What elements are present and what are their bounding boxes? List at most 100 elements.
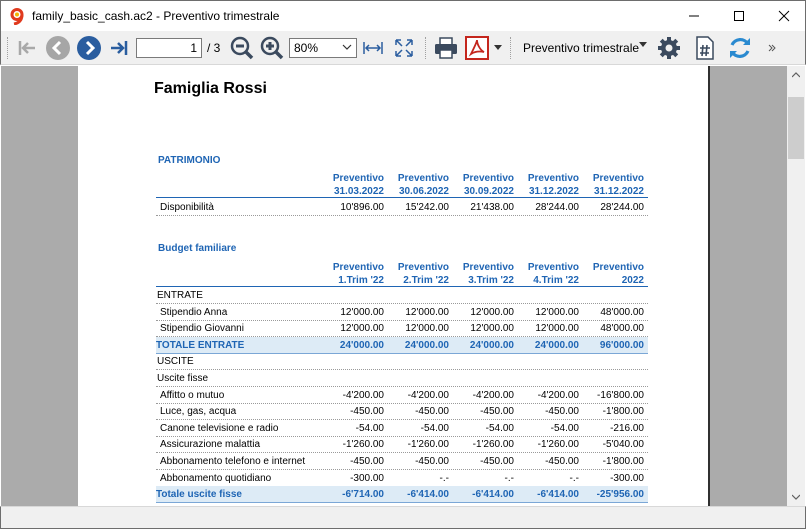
pdf-icon — [465, 36, 489, 60]
table-row: Canone televisione e radio -54.00 -54.00 -5… — [156, 420, 648, 437]
scrollbar-thumb[interactable] — [788, 97, 804, 159]
first-page-button[interactable] — [14, 35, 40, 61]
column-header-line1: Preventivo — [332, 262, 384, 273]
report-name: Preventivo trimestrale — [523, 41, 640, 55]
row-value: -450.00 — [545, 456, 579, 467]
fit-width-icon — [363, 42, 383, 54]
row-value: 48'000.00 — [600, 323, 644, 335]
print-button[interactable] — [432, 35, 460, 61]
zoom-in-button[interactable] — [259, 35, 285, 61]
previous-page-button[interactable] — [44, 35, 72, 61]
row-value: -1'260.00 — [472, 439, 514, 451]
minimize-button[interactable] — [671, 1, 716, 31]
row-value: -.- — [504, 472, 514, 484]
row-value: -6'414.00 — [407, 489, 449, 501]
toolbar-overflow-button[interactable] — [765, 35, 779, 61]
vertical-scrollbar[interactable] — [787, 66, 805, 506]
refresh-button[interactable] — [726, 35, 754, 61]
toolbar-grip[interactable] — [425, 37, 427, 59]
zoom-select[interactable]: 80% — [289, 38, 357, 58]
last-page-button[interactable] — [106, 35, 132, 61]
arrow-right-circle-icon — [77, 36, 101, 60]
next-page-button[interactable] — [75, 35, 103, 61]
column-header: Preventivo 2.Trim '22 — [379, 261, 449, 287]
column-header: Preventivo 1.Trim '22 — [314, 261, 384, 287]
row-value: 12'000.00 — [470, 323, 514, 335]
budget-heading: Budget familiare — [158, 243, 237, 254]
total-row: TOTALE ENTRATE 24'000.00 24'000.00 24'000.0… — [156, 336, 648, 354]
row-value: -450.00 — [480, 406, 514, 418]
page-number-input[interactable]: 1 — [136, 38, 202, 58]
group-row: ENTRATE — [156, 287, 648, 304]
title-bar: family_basic_cash.ac2 - Preventivo trime… — [0, 0, 806, 31]
row-value: 96'000.00 — [599, 339, 644, 351]
toolbar: 1 / 3 80% Preventivo trimestrale — [0, 31, 806, 65]
row-value: -6'414.00 — [537, 489, 579, 501]
row-value: 15'242.00 — [405, 202, 449, 213]
preview-viewport[interactable]: Famiglia Rossi PATRIMONIO Preventivo 31.0… — [1, 66, 787, 506]
row-value: -1'800.00 — [602, 456, 644, 467]
zoom-value: 80% — [294, 41, 319, 55]
row-value: -450.00 — [545, 406, 579, 418]
row-value: -450.00 — [350, 406, 384, 418]
pdf-options-dropdown[interactable] — [492, 35, 504, 61]
table-row: Assicurazione malattia -1'260.00 -1'260.00… — [156, 436, 648, 454]
zoom-out-button[interactable] — [229, 35, 255, 61]
zoom-in-icon — [260, 36, 284, 60]
page-numbering-button[interactable] — [693, 35, 717, 61]
row-value: -.- — [569, 472, 579, 484]
row-value: -1'800.00 — [602, 406, 644, 418]
table-row: Stipendio Anna 12'000.00 12'000.00 12'000.0… — [156, 304, 648, 321]
row-label: Disponibilità — [160, 202, 214, 213]
row-value: -216.00 — [610, 422, 644, 434]
column-header: Preventivo 2022 — [574, 261, 644, 287]
row-label: Stipendio Giovanni — [160, 323, 244, 335]
row-value: 12'000.00 — [340, 323, 384, 335]
scroll-up-icon[interactable] — [792, 72, 800, 78]
row-value: -450.00 — [350, 456, 384, 467]
row-value: 28'244.00 — [600, 202, 644, 213]
row-value: 12'000.00 — [470, 306, 514, 318]
row-label: Luce, gas, acqua — [160, 406, 237, 418]
row-value: 24'000.00 — [469, 339, 514, 351]
column-header: Preventivo 31.12.2022 — [574, 172, 644, 198]
fit-width-button[interactable] — [361, 35, 385, 61]
report-selector[interactable]: Preventivo trimestrale — [517, 38, 651, 58]
column-header-line1: Preventivo — [332, 173, 384, 184]
column-header-line1: Preventivo — [527, 262, 579, 273]
status-bar — [0, 506, 806, 529]
row-value: -1'260.00 — [407, 439, 449, 451]
minimize-icon — [689, 15, 699, 17]
scroll-down-icon[interactable] — [792, 494, 800, 500]
row-value: -54.00 — [550, 422, 579, 434]
export-pdf-button[interactable] — [464, 35, 490, 61]
row-value: 28'244.00 — [535, 202, 579, 213]
fit-page-button[interactable] — [392, 35, 416, 61]
row-value: -300.00 — [610, 472, 644, 484]
row-value: -1'260.00 — [342, 439, 384, 451]
row-label: Abbonamento telefono e internet — [160, 456, 306, 467]
row-value: -4'200.00 — [472, 389, 514, 401]
caret-down-icon — [494, 45, 502, 50]
row-value: -450.00 — [415, 456, 449, 467]
toolbar-grip[interactable] — [510, 37, 512, 59]
column-header-line1: Preventivo — [462, 262, 514, 273]
column-header: Preventivo 30.09.2022 — [444, 172, 514, 198]
hash-page-icon — [696, 36, 714, 60]
maximize-button[interactable] — [716, 1, 761, 31]
row-value: -16'800.00 — [597, 389, 644, 401]
settings-button[interactable] — [655, 35, 683, 61]
printer-icon — [435, 37, 457, 59]
table-row: Abbonamento quotidiano -300.00 -.- -.- -.- -3… — [156, 470, 648, 487]
toolbar-grip[interactable] — [7, 37, 9, 59]
report-page: Famiglia Rossi PATRIMONIO Preventivo 31.0… — [78, 66, 710, 506]
row-value: 24'000.00 — [534, 339, 579, 351]
column-header: Preventivo 4.Trim '22 — [509, 261, 579, 287]
header-divider — [156, 197, 648, 198]
first-page-icon — [18, 41, 35, 55]
column-header: Preventivo 30.06.2022 — [379, 172, 449, 198]
close-button[interactable] — [761, 1, 806, 31]
report-title: Famiglia Rossi — [154, 80, 267, 97]
row-value: -54.00 — [355, 422, 384, 434]
gear-icon — [658, 37, 680, 59]
